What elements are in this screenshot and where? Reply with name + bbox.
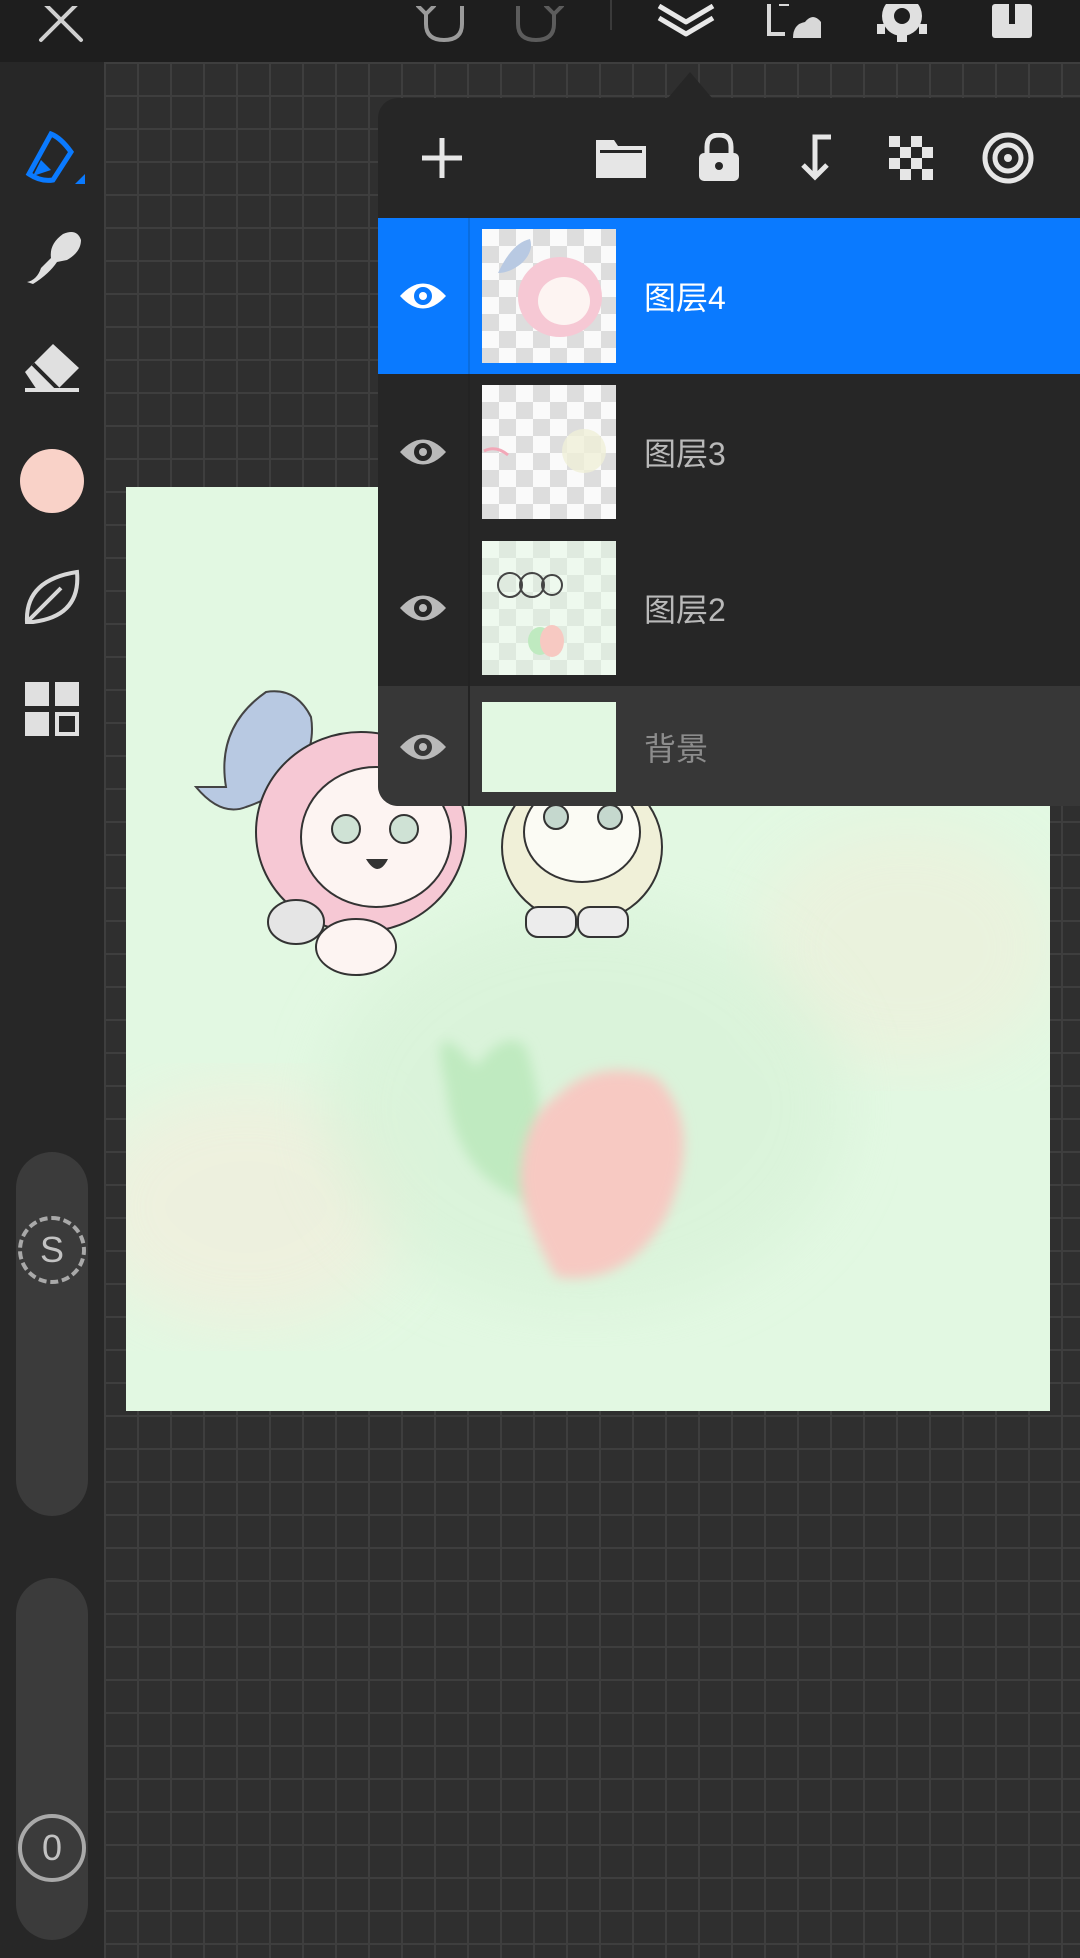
layer-name: 图层2 bbox=[644, 592, 726, 628]
visibility-eye-icon[interactable] bbox=[378, 218, 468, 374]
target-icon[interactable] bbox=[978, 128, 1038, 188]
layers-panel-toolbar bbox=[378, 98, 1080, 218]
lock-icon[interactable] bbox=[689, 128, 749, 188]
opacity-slider[interactable] bbox=[16, 1578, 88, 1940]
layer-row-3[interactable]: 图层3 bbox=[378, 374, 1080, 530]
row-divider bbox=[468, 686, 470, 806]
layer-thumbnail bbox=[482, 541, 616, 675]
visibility-eye-icon[interactable] bbox=[378, 374, 468, 530]
color-swatch[interactable] bbox=[0, 436, 104, 526]
opacity-knob[interactable]: 0 bbox=[18, 1814, 86, 1882]
folder-icon[interactable] bbox=[591, 128, 651, 188]
leaf-icon[interactable] bbox=[0, 552, 104, 642]
brush-size-slider[interactable] bbox=[16, 1152, 88, 1516]
brush-size-knob[interactable]: S bbox=[18, 1216, 86, 1284]
row-divider bbox=[468, 218, 470, 374]
eraser-icon[interactable] bbox=[0, 320, 104, 410]
redo-icon[interactable] bbox=[508, 0, 568, 46]
alpha-lock-icon[interactable] bbox=[881, 128, 941, 188]
layer-thumbnail bbox=[482, 385, 616, 519]
close-icon[interactable] bbox=[32, 0, 92, 46]
layers-panel: 图层4 图层3 图层2 背景 bbox=[378, 98, 1080, 806]
transform-icon[interactable] bbox=[762, 0, 826, 46]
top-toolbar bbox=[0, 0, 1080, 62]
layer-thumbnail bbox=[482, 229, 616, 363]
layer-name: 背景 bbox=[644, 731, 709, 767]
export-icon[interactable] bbox=[980, 0, 1044, 46]
toolbar-divider bbox=[610, 0, 612, 30]
visibility-eye-icon[interactable] bbox=[378, 686, 468, 806]
panel-pointer bbox=[668, 72, 712, 98]
left-sidebar: S 0 bbox=[0, 62, 104, 1958]
layer-thumbnail bbox=[482, 702, 616, 792]
layers-icon[interactable] bbox=[654, 0, 718, 46]
gallery-icon[interactable] bbox=[0, 664, 104, 754]
add-icon[interactable] bbox=[412, 128, 472, 188]
layer-row-4[interactable]: 图层4 bbox=[378, 218, 1080, 374]
undo-icon[interactable] bbox=[412, 0, 472, 46]
layer-name: 图层4 bbox=[644, 280, 726, 316]
merge-down-icon[interactable] bbox=[785, 128, 845, 188]
layer-name: 图层3 bbox=[644, 436, 726, 472]
row-divider bbox=[468, 530, 470, 686]
smudge-icon[interactable] bbox=[0, 212, 104, 302]
pen-icon[interactable] bbox=[0, 112, 104, 202]
visibility-eye-icon[interactable] bbox=[378, 530, 468, 686]
layer-row-background[interactable]: 背景 bbox=[378, 686, 1080, 806]
gear-icon[interactable] bbox=[872, 0, 932, 46]
row-divider bbox=[468, 374, 470, 530]
layer-row-2[interactable]: 图层2 bbox=[378, 530, 1080, 686]
